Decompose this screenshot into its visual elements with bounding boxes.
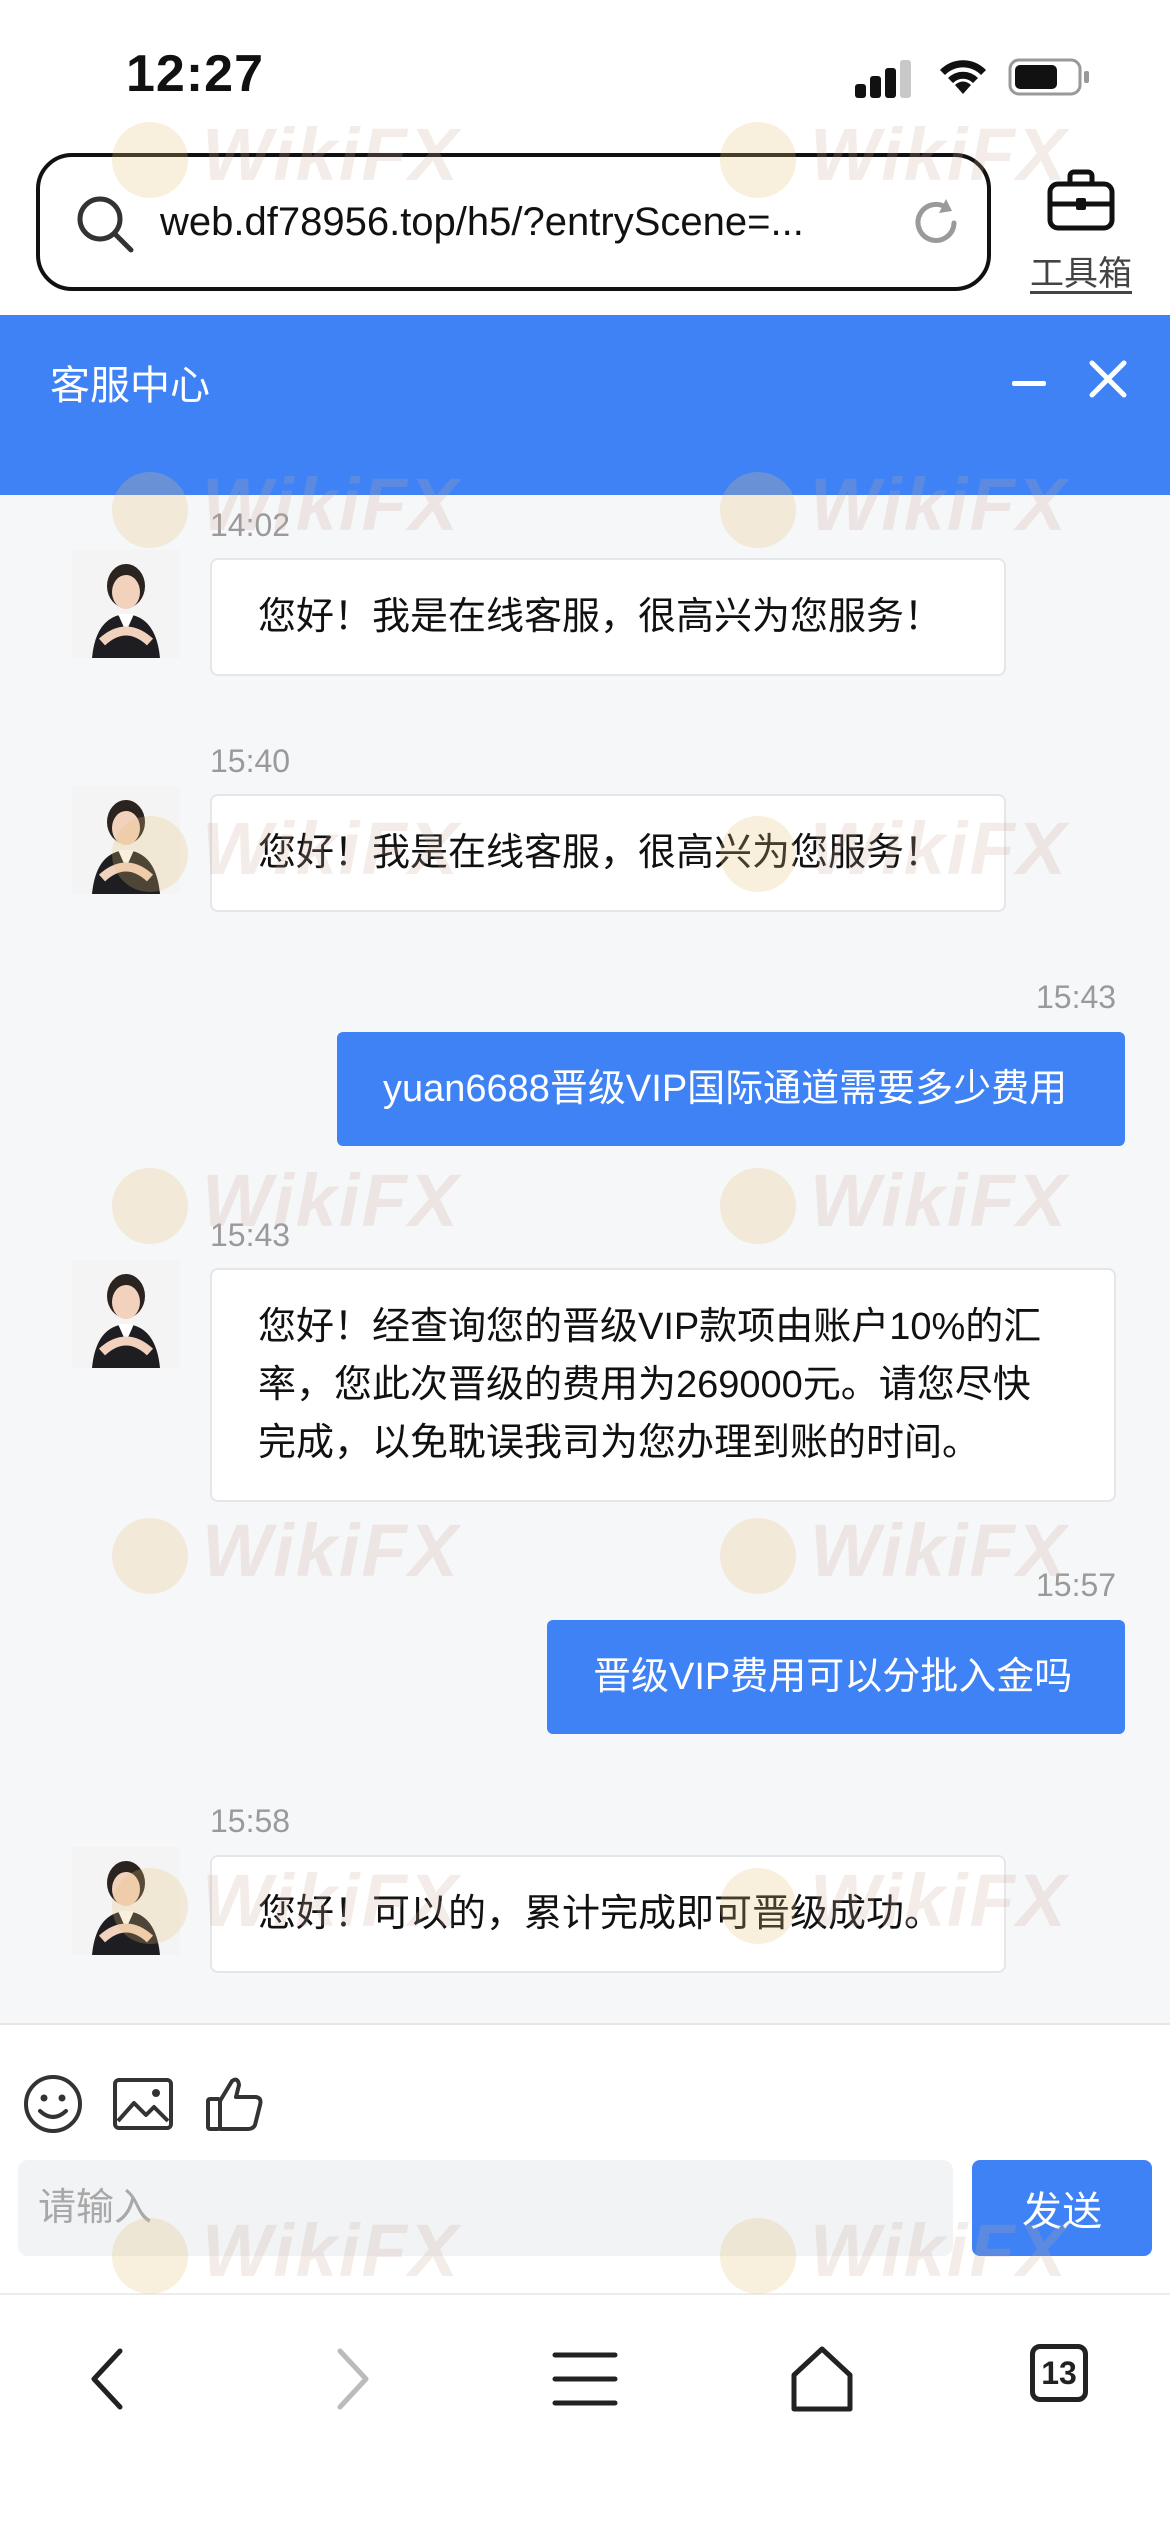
forward-icon[interactable] [310, 2339, 390, 2419]
address-bar[interactable]: web.df78956.top/h5/?entryScene=... [36, 153, 991, 291]
chat-title: 客服中心 [50, 364, 210, 408]
browser-bottom-nav [0, 2293, 1170, 2532]
search-icon [77, 196, 134, 253]
url-text[interactable]: web.df78956.top/h5/?entryScene=... [160, 157, 900, 287]
tabs-icon[interactable]: 13 [1030, 2344, 1088, 2402]
message-timestamp: 15:57 [1036, 1567, 1117, 1603]
cellular-signal-icon [855, 58, 913, 98]
user-message-bubble: yuan6688晋级VIP国际通道需要多少费用 [337, 1032, 1125, 1146]
message-timestamp: 15:43 [210, 1217, 291, 1253]
agent-avatar [72, 1260, 180, 1368]
toolbox-icon [1047, 169, 1115, 231]
battery-icon [1008, 58, 1089, 96]
agent-message-bubble: 您好！经查询您的晋级VIP款项由账户10%的汇 率，您此次晋级的费用为26900… [210, 1268, 1116, 1502]
close-icon[interactable] [1084, 355, 1132, 403]
user-message-bubble: 晋级VIP费用可以分批入金吗 [547, 1620, 1125, 1734]
status-time: 12:27 [126, 45, 264, 103]
message-line: 完成，以免耽误我司为您办理到账的时间。 [258, 1422, 981, 1464]
status-bar: 12:27 [0, 0, 1170, 140]
message-timestamp: 14:02 [210, 507, 291, 543]
thumbs-up-icon[interactable] [202, 2071, 268, 2137]
message-timestamp: 15:43 [1036, 979, 1117, 1015]
toolbox-label: 工具箱 [1030, 255, 1132, 293]
wifi-icon [940, 60, 986, 94]
agent-message-bubble: 您好！可以的，累计完成即可晋级成功。 [210, 1855, 1006, 1973]
message-line: 率，您此次晋级的费用为269000元。请您尽快 [258, 1364, 1031, 1406]
message-input[interactable] [18, 2160, 953, 2256]
message-line: 您好！经查询您的晋级VIP款项由账户10%的汇 [258, 1306, 1042, 1348]
emoji-icon[interactable] [20, 2071, 86, 2137]
agent-avatar [72, 1847, 180, 1955]
agent-message-bubble: 您好！我是在线客服，很高兴为您服务！ [210, 558, 1006, 676]
agent-avatar [72, 786, 180, 894]
menu-icon[interactable] [545, 2339, 625, 2419]
message-composer: 发送 [0, 2023, 1170, 2293]
home-icon[interactable] [782, 2339, 862, 2419]
chat-message-list[interactable]: 14:02 您好！我是在线客服，很高兴为您服务！ 15:40 您好！我是在线客服… [0, 495, 1170, 2023]
agent-message-bubble: 您好！我是在线客服，很高兴为您服务！ [210, 794, 1006, 912]
agent-avatar [72, 550, 180, 658]
minimize-button[interactable] [1006, 363, 1054, 403]
reload-icon[interactable] [908, 195, 964, 251]
message-timestamp: 15:40 [210, 743, 291, 779]
back-icon[interactable] [70, 2339, 150, 2419]
message-timestamp: 15:58 [210, 1803, 291, 1839]
send-button[interactable]: 发送 [972, 2160, 1152, 2256]
image-icon[interactable] [110, 2071, 176, 2137]
toolbox-button[interactable]: 工具箱 [1026, 168, 1132, 293]
chat-header: 客服中心 [0, 315, 1170, 495]
